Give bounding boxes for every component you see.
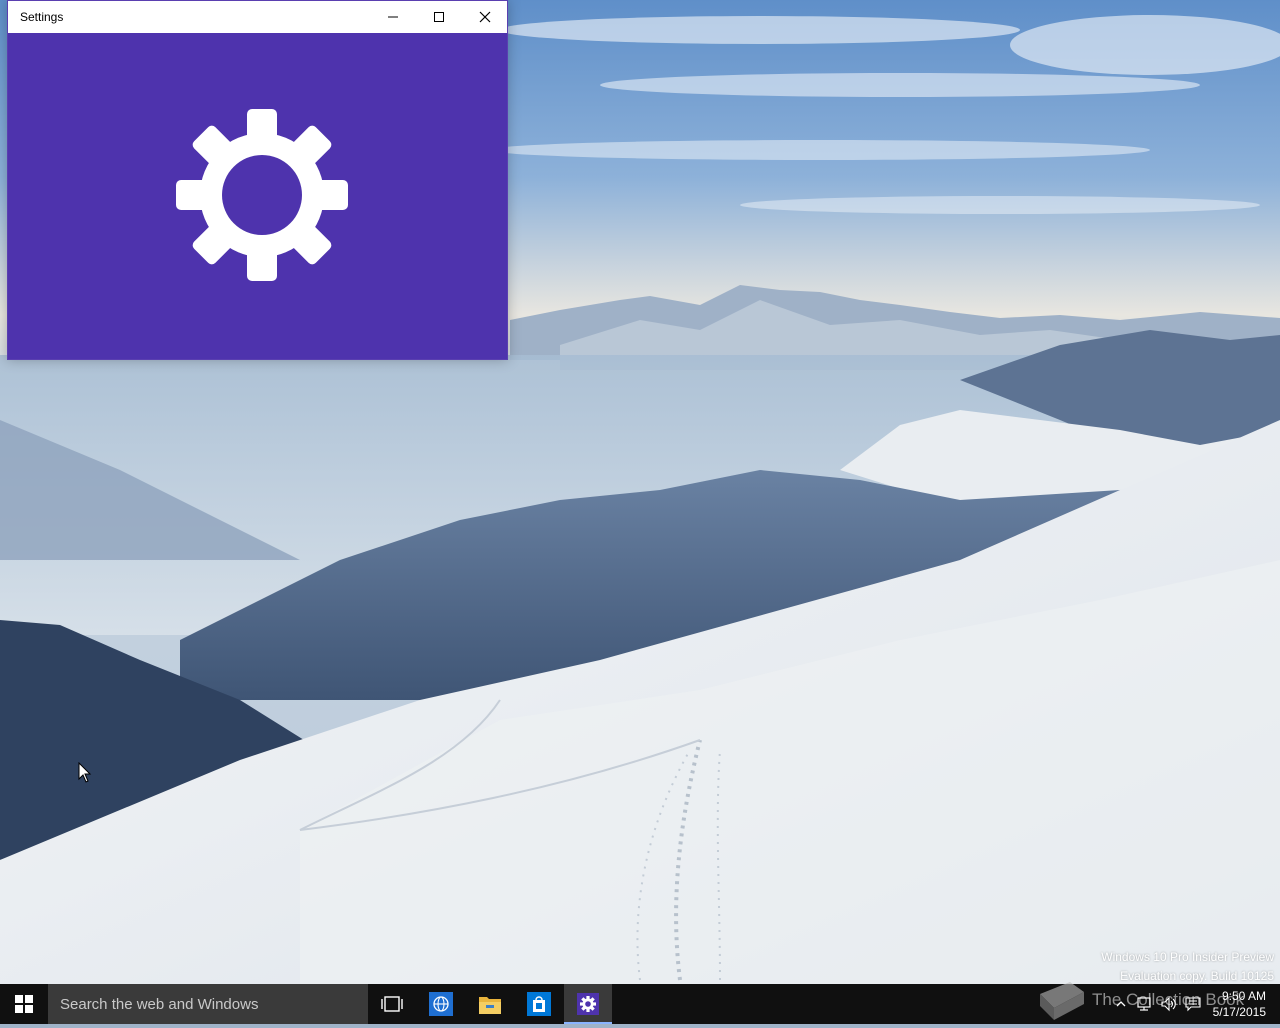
start-button[interactable] — [0, 984, 48, 1024]
store-bag-icon — [527, 992, 551, 1016]
mouse-pointer-icon — [78, 762, 92, 783]
gear-icon — [176, 109, 348, 281]
maximize-button[interactable] — [416, 1, 462, 33]
folder-icon — [479, 997, 501, 1014]
taskbar-settings-button[interactable] — [564, 984, 612, 1024]
windows-logo-icon — [15, 995, 33, 1013]
taskbar-store-button[interactable] — [515, 984, 563, 1024]
action-center-button[interactable] — [1184, 996, 1202, 1012]
network-button[interactable] — [1136, 996, 1154, 1012]
globe-icon — [429, 992, 453, 1016]
taskbar-file-explorer-button[interactable] — [466, 984, 514, 1024]
search-placeholder: Search the web and Windows — [60, 996, 259, 1013]
clock-time: 9:50 AM — [1221, 989, 1266, 1003]
minimize-icon — [388, 16, 398, 18]
watermark-line-2: Evaluation copy. Build 10125 — [1120, 969, 1274, 983]
action-center-icon — [1185, 997, 1201, 1012]
evaluation-watermark: Windows 10 Pro Insider Preview Evaluatio… — [1101, 948, 1274, 984]
taskbar-clock[interactable]: 9:50 AM 5/17/2015 — [1213, 988, 1266, 1020]
search-input[interactable]: Search the web and Windows — [48, 984, 368, 1024]
task-view-button[interactable] — [368, 984, 416, 1024]
maximize-icon — [434, 12, 444, 22]
taskbar-edge-button[interactable] — [417, 984, 465, 1024]
taskbar: Search the web and Windows The Collectio… — [0, 982, 1280, 1024]
settings-window: Settings — [7, 0, 508, 360]
clock-date: 5/17/2015 — [1212, 1005, 1266, 1019]
volume-icon — [1161, 996, 1176, 1012]
close-button[interactable] — [462, 1, 508, 33]
task-view-icon — [381, 996, 403, 1012]
minimize-button[interactable] — [370, 1, 416, 33]
network-icon — [1137, 997, 1151, 1011]
close-icon — [479, 11, 491, 23]
volume-button[interactable] — [1160, 996, 1178, 1012]
show-hidden-icons-button[interactable] — [1112, 996, 1130, 1012]
settings-splash-screen — [8, 33, 507, 359]
watermark-line-1: Windows 10 Pro Insider Preview — [1101, 950, 1274, 964]
book-logo-icon — [1040, 982, 1084, 1020]
window-title: Settings — [20, 10, 64, 24]
chevron-up-icon — [1116, 1001, 1126, 1007]
window-titlebar[interactable]: Settings — [8, 1, 507, 33]
gear-icon — [577, 993, 599, 1015]
